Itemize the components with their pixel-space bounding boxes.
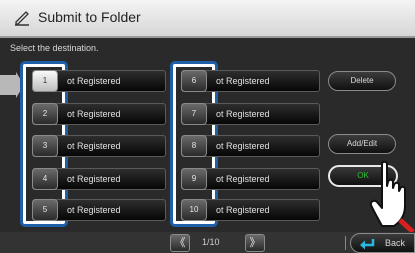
- hand-pointer-icon: [370, 160, 415, 232]
- delete-button[interactable]: Delete: [328, 71, 396, 91]
- back-button[interactable]: Back: [350, 233, 415, 253]
- destination-row-8[interactable]: 8 ot Registered: [181, 135, 320, 157]
- destination-label: ot Registered: [216, 141, 270, 151]
- destination-row-1[interactable]: 1 ot Registered: [32, 70, 166, 92]
- destination-label: ot Registered: [67, 141, 121, 151]
- page-indicator: 1/10: [202, 237, 220, 247]
- destination-row-3[interactable]: 3 ot Registered: [32, 135, 166, 157]
- destination-button-6[interactable]: 6: [181, 70, 207, 92]
- divider: [345, 236, 346, 250]
- destination-button-3[interactable]: 3: [32, 135, 58, 157]
- add-edit-button[interactable]: Add/Edit: [328, 134, 396, 154]
- destination-button-7[interactable]: 7: [181, 103, 207, 125]
- destination-label: ot Registered: [216, 205, 270, 215]
- destination-button-5[interactable]: 5: [32, 199, 58, 221]
- destination-row-10[interactable]: 10 ot Registered: [181, 199, 320, 221]
- destination-button-4[interactable]: 4: [32, 168, 58, 190]
- back-arrow-icon: [360, 239, 375, 250]
- destination-label: ot Registered: [67, 174, 121, 184]
- instruction-text: Select the destination.: [10, 43, 99, 53]
- previous-page-button[interactable]: 《: [170, 234, 190, 252]
- destination-row-6[interactable]: 6 ot Registered: [181, 70, 320, 92]
- destination-row-2[interactable]: 2 ot Registered: [32, 103, 166, 125]
- destination-row-5[interactable]: 5 ot Registered: [32, 199, 166, 221]
- destination-button-8[interactable]: 8: [181, 135, 207, 157]
- destination-label: ot Registered: [67, 109, 121, 119]
- next-page-button[interactable]: 》: [245, 234, 265, 252]
- destination-row-7[interactable]: 7 ot Registered: [181, 103, 320, 125]
- destination-row-9[interactable]: 9 ot Registered: [181, 168, 320, 190]
- back-label: Back: [385, 238, 406, 248]
- title-bar: Submit to Folder: [0, 0, 415, 38]
- destination-label: ot Registered: [216, 76, 270, 86]
- destination-label: ot Registered: [216, 109, 270, 119]
- destination-label: ot Registered: [67, 205, 121, 215]
- destination-label: ot Registered: [216, 174, 270, 184]
- destination-button-10[interactable]: 10: [181, 199, 207, 221]
- destination-button-2[interactable]: 2: [32, 103, 58, 125]
- window-title: Submit to Folder: [38, 9, 141, 25]
- destination-row-4[interactable]: 4 ot Registered: [32, 168, 166, 190]
- pencil-edit-icon: [15, 11, 29, 26]
- destination-button-1[interactable]: 1: [32, 70, 58, 92]
- destination-label: ot Registered: [67, 76, 121, 86]
- destination-button-9[interactable]: 9: [181, 168, 207, 190]
